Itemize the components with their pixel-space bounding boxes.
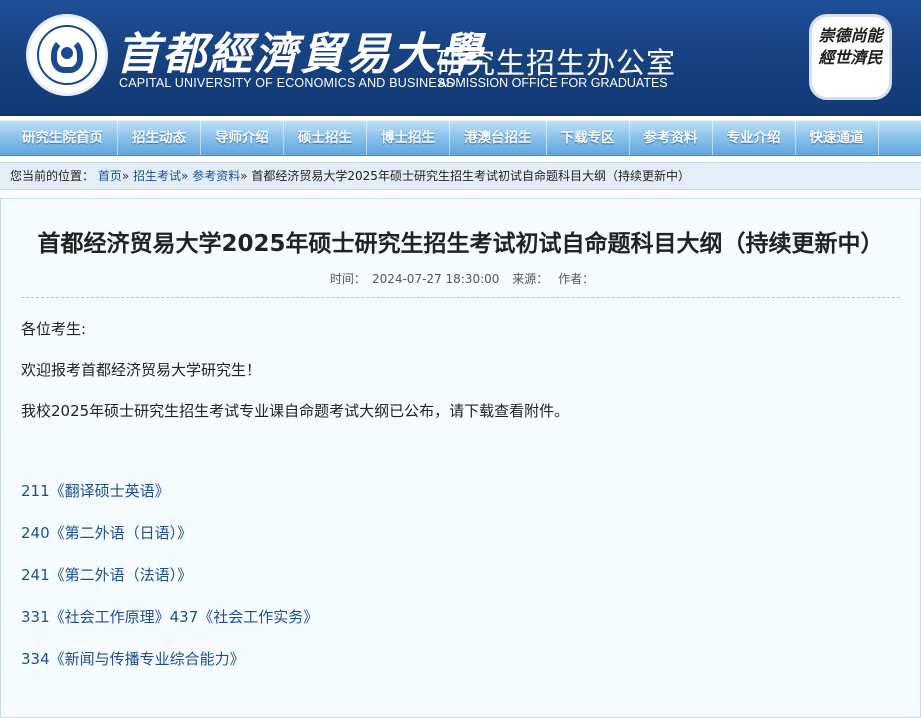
nav-item-doctor[interactable]: 博士招生	[367, 121, 450, 155]
breadcrumb-link-references[interactable]: 参考资料	[192, 169, 240, 183]
nav-item-majors[interactable]: 专业介绍	[713, 121, 796, 155]
site-header: 首都經濟貿易大學 CAPITAL UNIVERSITY OF ECONOMICS…	[0, 0, 921, 116]
attachment-line: 241《第二外语（法语）》	[21, 564, 900, 586]
attachment-line: 211《翻译硕士英语》	[21, 480, 900, 502]
logo-dot	[61, 47, 73, 59]
nav-item-master[interactable]: 硕士招生	[284, 121, 367, 155]
nav-item-news[interactable]: 招生动态	[118, 121, 201, 155]
breadcrumb-prefix: 您当前的位置：	[10, 169, 95, 183]
school-name-en: CAPITAL UNIVERSITY OF ECONOMICS AND BUSI…	[119, 76, 455, 90]
motto-seal: 崇德尚能經世濟民	[809, 14, 892, 100]
nav-item-hmt[interactable]: 港澳台招生	[450, 121, 547, 155]
article-container: 首都经济贸易大学2025年硕士研究生招生考试初试自命题科目大纲（持续更新中） 时…	[0, 198, 921, 718]
greeting-paragraph: 各位考生:	[21, 320, 87, 338]
breadcrumb-separator: »	[240, 169, 248, 183]
meta-source-label: 来源：	[512, 272, 549, 286]
attachment-link[interactable]: 331《社会工作原理》	[21, 608, 170, 626]
attachment-line: 331《社会工作原理》437《社会工作实务》	[21, 606, 900, 628]
attachment-line: 334《新闻与传播专业综合能力》	[21, 648, 900, 670]
meta-time-label: 时间：	[329, 272, 366, 286]
breadcrumb-separator: »	[181, 169, 189, 183]
nav-item-supervisors[interactable]: 导师介绍	[201, 121, 284, 155]
meta-time: 时间： 2024-07-27 18:30:00	[327, 272, 502, 286]
breadcrumb-current: 首都经济贸易大学2025年硕士研究生招生考试初试自命题科目大纲（持续更新中）	[251, 169, 690, 183]
breadcrumb-link-home[interactable]: 首页	[98, 169, 122, 183]
attachment-link[interactable]: 211《翻译硕士英语》	[21, 482, 170, 500]
attachment-link[interactable]: 437《社会工作实务》	[170, 608, 319, 626]
article-meta: 时间： 2024-07-27 18:30:00 来源： 作者：	[21, 267, 900, 291]
meta-time-value: 2024-07-27 18:30:00	[371, 272, 500, 286]
breadcrumb-link-exams[interactable]: 招生考试	[133, 169, 181, 183]
attachment-line: 240《第二外语（日语）》	[21, 522, 900, 544]
main-nav: 研究生院首页 招生动态 导师介绍 硕士招生 博士招生 港澳台招生 下载专区 参考…	[0, 120, 921, 156]
breadcrumb-separator: »	[121, 169, 130, 183]
attachment-link[interactable]: 334《新闻与传播专业综合能力》	[21, 650, 245, 668]
school-name-cn: 首都經濟貿易大學	[116, 29, 484, 80]
article-title: 首都经济贸易大学2025年硕士研究生招生考试初试自命题科目大纲（持续更新中）	[37, 231, 884, 257]
title-divider	[21, 297, 900, 298]
motto-text: 崇德尚能經世濟民	[818, 26, 883, 67]
attachment-link[interactable]: 241《第二外语（法语）》	[21, 566, 192, 584]
logo-ring	[37, 25, 97, 85]
meta-author-label: 作者：	[558, 272, 595, 286]
nav-item-quick-links[interactable]: 快速通道	[796, 121, 879, 155]
nav-item-home[interactable]: 研究生院首页	[14, 121, 118, 155]
nav-item-downloads[interactable]: 下载专区	[547, 121, 630, 155]
breadcrumb: 您当前的位置： 首页» 招生考试» 参考资料» 首都经济贸易大学2025年硕士研…	[0, 162, 921, 190]
office-name-en: ADMISSION OFFICE FOR GRADUATES	[438, 76, 668, 90]
attachment-link[interactable]: 240《第二外语（日语）》	[21, 524, 192, 542]
notice-paragraph: 我校2025年硕士研究生招生考试专业课自命题考试大纲已公布，请下载查看附件。	[21, 402, 570, 420]
welcome-paragraph: 欢迎报考首都经济贸易大学研究生！	[21, 361, 262, 379]
nav-item-references[interactable]: 参考资料	[630, 121, 713, 155]
university-logo[interactable]	[26, 14, 108, 96]
